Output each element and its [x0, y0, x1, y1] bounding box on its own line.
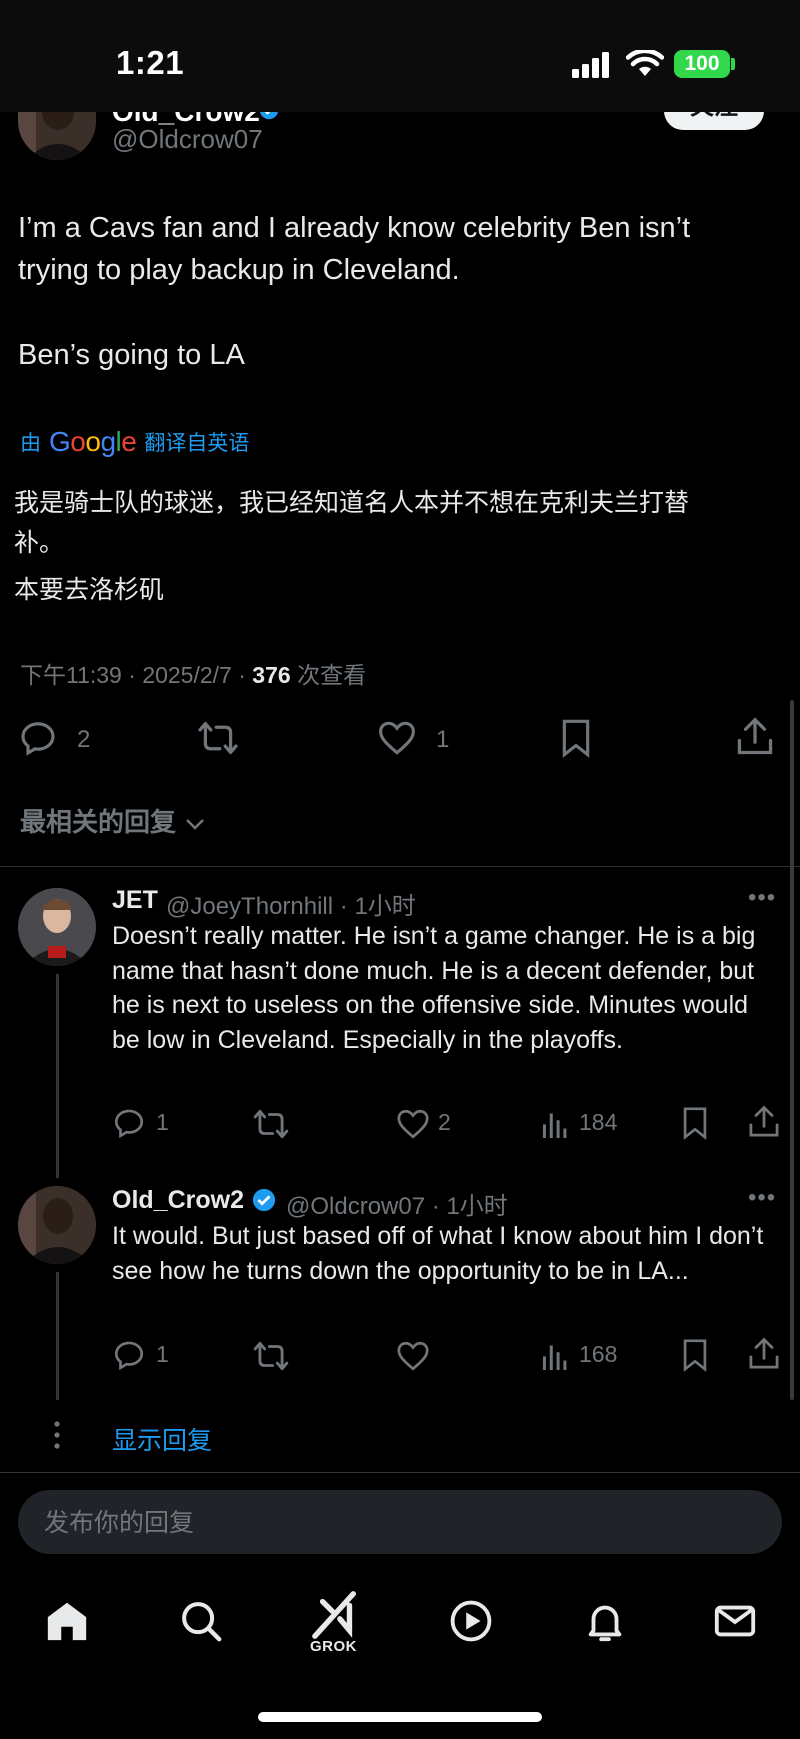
share-icon[interactable] [748, 1336, 780, 1372]
signal-icon [572, 52, 609, 78]
reply-count: 2 [77, 726, 91, 753]
share-icon[interactable] [736, 716, 774, 758]
show-replies-link[interactable]: 显示回复 [112, 1421, 212, 1457]
reply-author-handle[interactable]: @JoeyThornhill [166, 893, 333, 920]
reply-text: Doesn’t really matter. He isn’t a game c… [112, 922, 756, 1054]
share-icon[interactable] [748, 1104, 780, 1140]
bookmark-icon[interactable] [680, 1338, 710, 1372]
translation-attribution[interactable]: 由 Google 翻译自英语 [20, 426, 249, 458]
divider [0, 1472, 800, 1473]
google-logo: Google [49, 426, 137, 457]
like-icon[interactable] [377, 720, 417, 756]
views-icon[interactable] [540, 1340, 568, 1370]
tweet-views-count: 376 [252, 662, 291, 688]
reply-composer[interactable] [18, 1490, 782, 1556]
chevron-down-icon [186, 819, 205, 830]
verified-icon [252, 1188, 276, 1212]
translated-text-1: 我是骑士队的球迷，我已经知道名人本并不想在克利夫兰打替补。 [14, 489, 690, 557]
reply-reply-count: 1 [156, 1341, 169, 1367]
sort-replies-dropdown[interactable]: 最相关的回复 [20, 802, 207, 839]
bell-icon[interactable] [582, 1598, 628, 1644]
reply-avatar[interactable] [18, 1186, 96, 1264]
reply-time: 1小时 [354, 893, 416, 920]
more-options-icon[interactable]: ••• [748, 1184, 776, 1212]
tweet-views-label: 次查看 [297, 662, 367, 688]
reply-author-handle[interactable]: @Oldcrow07 [286, 1193, 425, 1220]
retweet-icon[interactable] [252, 1340, 290, 1372]
sort-label: 最相关的回复 [20, 807, 177, 837]
retweet-icon[interactable] [252, 1108, 290, 1140]
wifi-icon [626, 50, 664, 76]
grok-label: GROK [310, 1638, 357, 1655]
reply-author-meta: @JoeyThornhill · 1小时 [166, 893, 416, 920]
status-time: 1:21 [116, 44, 185, 81]
grok-nav-item[interactable]: GROK [306, 1590, 366, 1660]
like-icon[interactable] [396, 1340, 430, 1372]
reply-author-name[interactable]: JET [112, 886, 158, 915]
battery-nub [731, 58, 735, 70]
grok-icon [312, 1591, 356, 1639]
tweet-date: 2025/2/7 [142, 662, 232, 688]
bookmark-icon[interactable] [559, 718, 593, 758]
like-count: 1 [436, 726, 450, 753]
reply-author-name[interactable]: Old_Crow2 [112, 1186, 244, 1215]
reply-text: It would. But just based off of what I k… [112, 1222, 764, 1285]
reply-icon[interactable] [18, 718, 58, 758]
reply-avatar[interactable] [18, 888, 96, 966]
bookmark-icon[interactable] [680, 1106, 710, 1140]
translated-text-2: 本要去洛杉矶 [14, 576, 165, 604]
translation-prefix: 由 [20, 432, 41, 455]
play-icon[interactable] [448, 1598, 494, 1644]
reply-views-count: 184 [579, 1109, 618, 1135]
home-indicator [258, 1712, 542, 1722]
reply-icon[interactable] [112, 1106, 146, 1140]
tweet-text-line-1: I’m a Cavs fan and I already know celebr… [18, 212, 691, 244]
search-icon[interactable] [178, 1598, 224, 1644]
reply-reply-count: 1 [156, 1109, 169, 1135]
reply-time: 1小时 [446, 1193, 508, 1220]
reply-icon[interactable] [112, 1338, 146, 1372]
home-icon[interactable] [44, 1598, 90, 1644]
vertical-dots-icon [54, 1421, 60, 1449]
tweet-meta: 下午11:39 · 2025/2/7 · 376 次查看 [20, 662, 367, 688]
divider [0, 866, 800, 867]
mail-icon[interactable] [712, 1598, 758, 1644]
tweet-text-line-3: Ben’s going to LA [18, 339, 245, 371]
reply-like-count: 2 [438, 1109, 451, 1135]
like-icon[interactable] [396, 1108, 430, 1140]
reply-input[interactable] [42, 1490, 746, 1556]
scrollbar[interactable] [790, 700, 794, 1400]
thread-line [56, 974, 59, 1178]
reply-author-meta: @Oldcrow07 · 1小时 [286, 1193, 508, 1220]
thread-line [56, 1272, 59, 1400]
translation-suffix: 翻译自英语 [144, 432, 250, 455]
more-options-icon[interactable]: ••• [748, 884, 776, 912]
retweet-icon[interactable] [196, 720, 240, 756]
reply-views-count: 168 [579, 1341, 618, 1367]
battery-indicator: 100 [674, 50, 730, 78]
tweet-time: 下午11:39 [20, 662, 122, 688]
tweet-text-line-2: trying to play backup in Cleveland. [18, 254, 460, 286]
views-icon[interactable] [540, 1108, 568, 1138]
author-handle[interactable]: @Oldcrow07 [112, 124, 263, 155]
